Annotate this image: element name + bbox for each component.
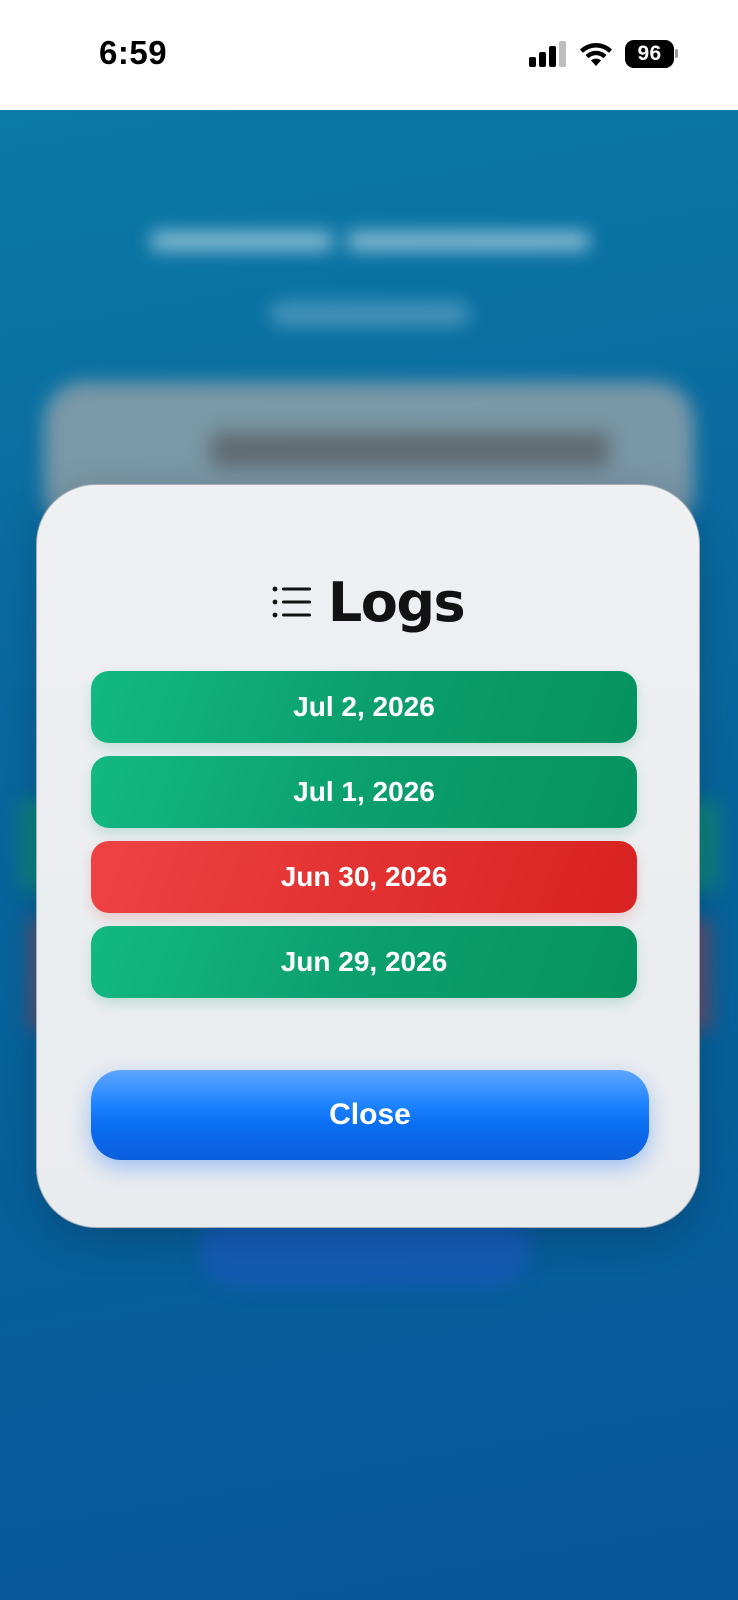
background-subtitle [270,302,470,326]
battery-indicator: 96 [625,40,674,68]
modal-header: Logs [37,567,699,637]
background-card-text [210,432,610,468]
status-bar: 6:59 96 [0,0,738,110]
log-entry[interactable]: Jun 29, 2026 [91,926,637,998]
logs-modal: Logs Jul 2, 2026 Jul 1, 2026 Jun 30, 202… [36,484,700,1228]
cellular-signal-icon [529,41,567,67]
log-entry[interactable]: Jun 30, 2026 [91,841,637,913]
battery-tip [675,49,678,58]
log-list: Jul 2, 2026 Jul 1, 2026 Jun 30, 2026 Jun… [91,671,637,1011]
list-icon [272,586,311,618]
modal-title: Logs [327,570,466,634]
status-time: 6:59 [99,34,168,71]
background-greeting: ▬▬▬ ▬▬▬▬ [151,196,589,263]
wifi-icon [580,43,612,66]
close-button[interactable]: Close [91,1070,649,1160]
log-entry[interactable]: Jul 2, 2026 [91,671,637,743]
log-entry[interactable]: Jul 1, 2026 [91,756,637,828]
